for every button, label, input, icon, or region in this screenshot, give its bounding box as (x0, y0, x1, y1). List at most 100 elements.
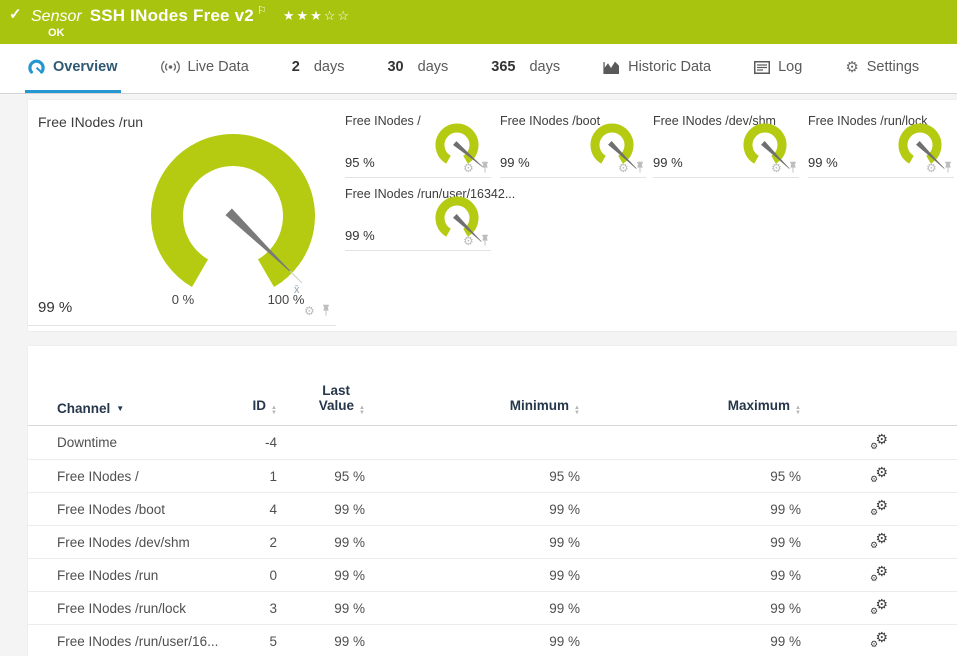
tab-label: days (529, 59, 561, 75)
column-header-maximum[interactable]: Maximum ▲ ▼ (580, 398, 801, 416)
sorted-desc-icon: ▼ (116, 404, 125, 413)
priority-flag-icon[interactable]: ⚐ (257, 5, 267, 17)
channel-table: Channel ▼ ID ▲ ▼ Last Value ▲ ▼ Minimum ▲ ▼ Maxi… (28, 346, 957, 656)
tab-label: days (417, 59, 449, 75)
pin-icon[interactable] (480, 234, 490, 247)
area-chart-icon (603, 61, 620, 74)
channel-settings-icon[interactable]: ⚙ ⚙ (869, 465, 889, 484)
channel-settings-icon[interactable]: ⚙ ⚙ (869, 564, 889, 583)
minimum-value: 99 % (549, 633, 580, 649)
channel-name: Free INodes / (57, 468, 139, 484)
log-list-icon (754, 60, 771, 74)
priority-stars[interactable]: ★★★☆☆ (283, 8, 351, 23)
table-row: Free INodes / 1 95 % 95 % 95 % ⚙ ⚙ (28, 459, 957, 492)
gear-icon[interactable]: ⚙ (618, 162, 629, 174)
object-kind-label: Sensor (31, 8, 82, 25)
sensor-title: SSH INodes Free v2 (89, 6, 254, 25)
channel-name: Free INodes /boot (57, 501, 166, 517)
sensor-status-badge: OK (48, 27, 65, 39)
gear-icon[interactable]: ⚙ (926, 162, 937, 174)
channel-settings-icon[interactable]: ⚙ ⚙ (869, 630, 889, 649)
gauge-value: 99 % (345, 228, 375, 243)
gauge-value: 99 % (653, 155, 683, 170)
channel-id: 3 (269, 600, 277, 616)
tab-label: Live Data (187, 59, 249, 75)
table-row: Free INodes /run/user/16... 5 99 % 99 % … (28, 624, 957, 656)
tab-label: Overview (53, 59, 118, 75)
maximum-value: 99 % (770, 633, 801, 649)
channel-name: Downtime (57, 435, 118, 450)
gear-icon[interactable]: ⚙ (463, 235, 474, 247)
minimum-value: 99 % (549, 600, 580, 616)
table-header-row: Channel ▼ ID ▲ ▼ Last Value ▲ ▼ Minimum ▲ ▼ Maxi… (28, 346, 957, 426)
gauge-cell-boot: Free INodes /boot 99 % ⚙ (500, 108, 646, 178)
table-row: Free INodes /dev/shm 2 99 % 99 % 99 % ⚙ ⚙ (28, 525, 957, 558)
channel-name: Free INodes /dev/shm (57, 534, 190, 550)
tab-historic-data[interactable]: Historic Data (600, 44, 714, 93)
tab-2-days[interactable]: 2 days (289, 44, 348, 93)
channel-id: 5 (269, 633, 277, 649)
tab-label: Settings (866, 59, 920, 75)
tab-settings[interactable]: ⚙ Settings (842, 44, 922, 93)
minimum-value: 99 % (549, 501, 580, 517)
pin-icon[interactable] (788, 161, 798, 174)
table-row: Free INodes /run 0 99 % 99 % 99 % ⚙ ⚙ (28, 558, 957, 591)
sort-icon: ▲ ▼ (795, 405, 801, 416)
maximum-value: 99 % (770, 600, 801, 616)
gauge-cell-run: Free INodes /run x̄ 0 % 100 % 99 % ⚙ (28, 100, 336, 326)
tab-bar: Overview Live Data 2 days 30 days 365 da… (0, 44, 957, 94)
sensor-header: ✓ Sensor SSH INodes Free v2 ⚐ ★★★☆☆ OK (0, 0, 957, 44)
minimum-value: 99 % (549, 534, 580, 550)
gauge-value: 95 % (345, 155, 375, 170)
gauge-cell-run-user: Free INodes /run/user/16342... 99 % ⚙ (345, 181, 515, 251)
last-value: 99 % (334, 534, 365, 550)
channel-id: 2 (269, 534, 277, 550)
gauge-title: Free INodes / (345, 114, 421, 128)
gear-icon[interactable]: ⚙ (771, 162, 782, 174)
tab-label: Log (778, 59, 803, 75)
table-row: Downtime -4 ⚙ ⚙ (28, 426, 957, 459)
status-check-icon: ✓ (9, 6, 22, 23)
tab-number: 30 (387, 59, 404, 75)
tab-live-data[interactable]: Live Data (158, 44, 252, 93)
gauge-value: 99 % (808, 155, 838, 170)
tab-number: 365 (491, 59, 516, 75)
gear-icon[interactable]: ⚙ (304, 305, 315, 317)
gauge-cell-root: Free INodes / 95 % ⚙ (345, 108, 491, 178)
tab-label: Historic Data (628, 59, 712, 75)
channel-name: Free INodes /run/user/16... (57, 633, 219, 649)
live-signal-icon (160, 60, 180, 74)
tab-log[interactable]: Log (751, 44, 805, 93)
gauge-cell-dev-shm: Free INodes /dev/shm 99 % ⚙ (653, 108, 799, 178)
channel-name: Free INodes /run/lock (57, 600, 187, 616)
channel-id: 0 (269, 567, 277, 583)
maximum-value: 99 % (770, 501, 801, 517)
last-value: 95 % (334, 468, 365, 484)
tab-overview[interactable]: Overview (25, 44, 121, 93)
pin-icon[interactable] (321, 304, 331, 317)
last-value: 99 % (334, 600, 365, 616)
column-header-id[interactable]: ID ▲ ▼ (227, 398, 277, 416)
tab-365-days[interactable]: 365 days (488, 44, 563, 93)
channel-settings-icon[interactable]: ⚙ ⚙ (869, 531, 889, 550)
gauges-panel: Free INodes /run x̄ 0 % 100 % 99 % ⚙ Fre… (28, 100, 957, 331)
pin-icon[interactable] (943, 161, 953, 174)
gear-icon[interactable]: ⚙ (463, 162, 474, 174)
table-row: Free INodes /boot 4 99 % 99 % 99 % ⚙ ⚙ (28, 492, 957, 525)
column-header-channel[interactable]: Channel ▼ (28, 401, 227, 416)
pin-icon[interactable] (480, 161, 490, 174)
channel-id: 4 (269, 501, 277, 517)
minimum-value: 95 % (549, 468, 580, 484)
last-value: 99 % (334, 633, 365, 649)
tab-label: days (313, 59, 345, 75)
column-header-last-value[interactable]: Last Value ▲ ▼ (277, 383, 365, 416)
pin-icon[interactable] (635, 161, 645, 174)
last-value: 99 % (334, 567, 365, 583)
column-header-minimum[interactable]: Minimum ▲ ▼ (365, 398, 580, 416)
tab-30-days[interactable]: 30 days (384, 44, 451, 93)
channel-settings-icon[interactable]: ⚙ ⚙ (869, 432, 889, 451)
channel-settings-icon[interactable]: ⚙ ⚙ (869, 498, 889, 517)
maximum-value: 95 % (770, 468, 801, 484)
channel-settings-icon[interactable]: ⚙ ⚙ (869, 597, 889, 616)
channel-name: Free INodes /run (57, 567, 159, 583)
